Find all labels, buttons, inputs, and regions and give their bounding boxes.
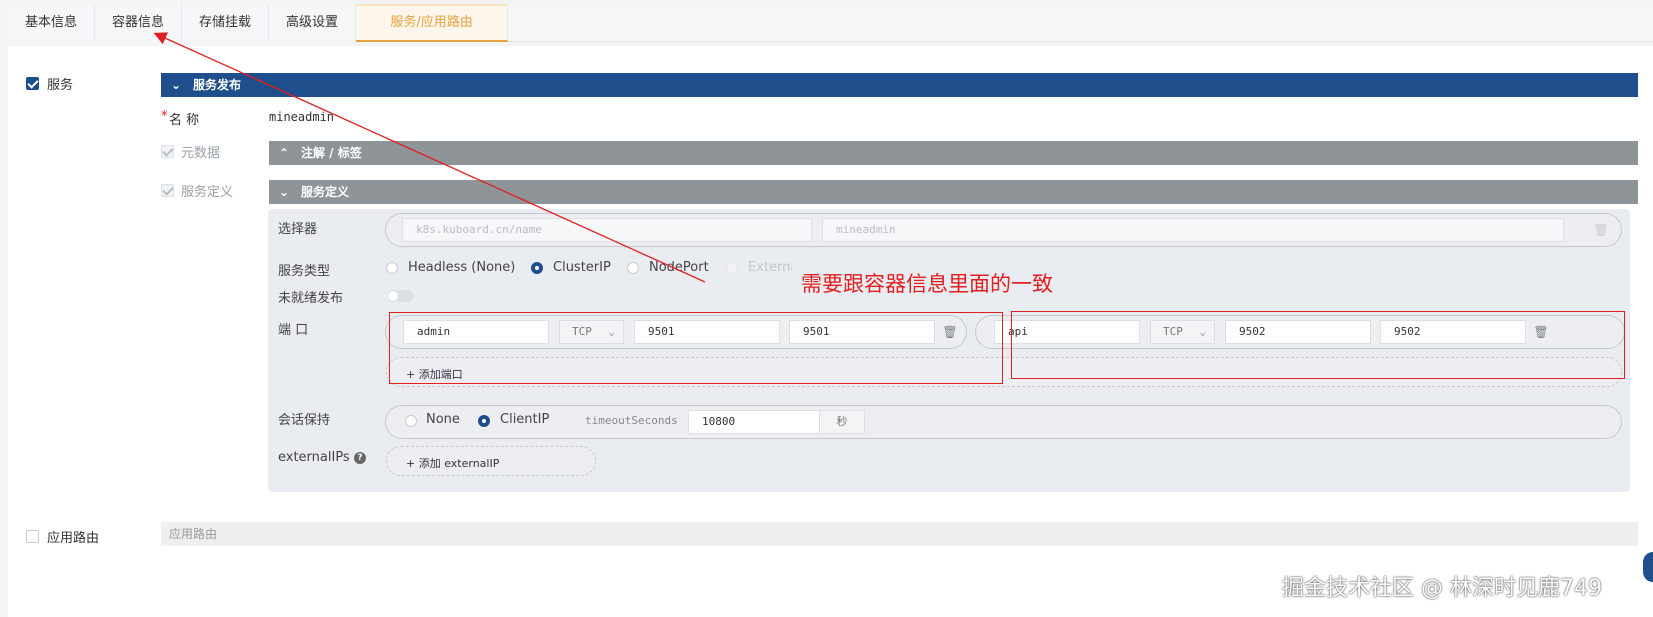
annotation-arrow	[153, 32, 706, 283]
app-root: 基本信息 容器信息 存储挂载 高级设置 服务/应用路由 服务 ⌄ 服务发布 * …	[0, 0, 1653, 617]
annotation-text: 需要跟容器信息里面的一致	[801, 272, 1053, 296]
watermark: 掘金技术社区 @ 林深时见鹿749	[1282, 576, 1602, 601]
floating-help-button[interactable]	[1643, 552, 1653, 582]
